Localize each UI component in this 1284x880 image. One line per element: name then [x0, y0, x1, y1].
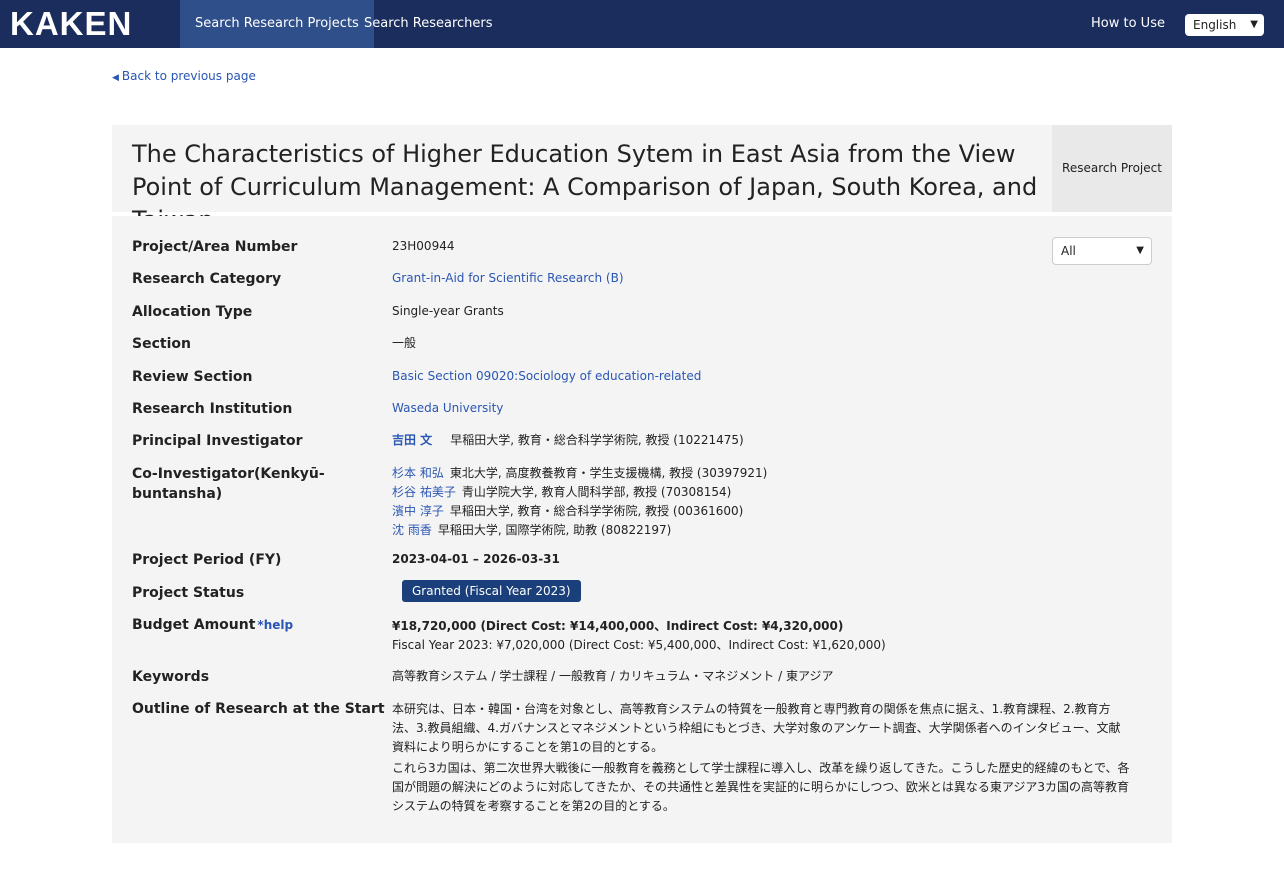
field-label: Keywords [132, 669, 210, 685]
project-details: All ▼ Project/Area Number 23H00944 Resea… [112, 216, 1172, 843]
back-link[interactable]: ◀ Back to previous page [112, 69, 256, 83]
language-select[interactable]: English ▼ [1185, 14, 1264, 36]
list-item: 杉本 和弘 東北大学, 高度教養教育・学生支援機構, 教授 (30397921) [392, 464, 1152, 483]
field-label: Outline of Research at the Start [132, 701, 385, 717]
language-selected: English [1193, 18, 1237, 32]
co-investigator-link[interactable]: 濱中 淳子 [392, 504, 444, 518]
field-label: Principal Investigator [132, 433, 303, 449]
co-investigator-link[interactable]: 杉本 和弘 [392, 466, 444, 480]
help-link[interactable]: *help [257, 618, 293, 632]
project-header: The Characteristics of Higher Education … [112, 125, 1172, 234]
co-investigator-affiliation: 青山学院大学, 教育人間科学部, 教授 (70308154) [461, 485, 732, 499]
field-value: 23H00944 [392, 239, 455, 253]
field-value: Granted (Fiscal Year 2023) [392, 580, 1152, 602]
co-investigator-affiliation: 早稲田大学, 教育・総合科学学術院, 教授 (00361600) [449, 504, 744, 518]
tab-search-research-projects[interactable]: Search Research Projects [180, 0, 374, 48]
institution-link[interactable]: Waseda University [392, 399, 1152, 418]
budget-total: ¥18,720,000 (Direct Cost: ¥14,400,000、In… [392, 619, 844, 633]
co-investigator-list: 杉本 和弘 東北大学, 高度教養教育・学生支援機構, 教授 (30397921) … [392, 464, 1152, 540]
field-label: Project/Area Number [132, 239, 298, 255]
back-arrow-icon: ◀ [112, 73, 119, 83]
kaken-logo[interactable]: KAKEN [10, 4, 132, 44]
field-label: Review Section [132, 369, 253, 385]
tab-search-researchers[interactable]: Search Researchers [349, 0, 508, 48]
field-label: Research Category [132, 271, 282, 287]
field-value: 吉田 文 早稲田大学, 教育・総合科学学術院, 教授 (10221475) [392, 431, 1152, 450]
field-label: Co-Investigator(Kenkyū-buntansha) [132, 466, 325, 502]
co-investigator-affiliation: 早稲田大学, 国際学術院, 助教 (80822197) [437, 523, 672, 537]
review-section-link[interactable]: Basic Section 09020:Sociology of educati… [392, 367, 1152, 386]
field-label: Project Status [132, 585, 245, 601]
list-item: 杉谷 祐美子 青山学院大学, 教育人間科学部, 教授 (70308154) [392, 483, 1152, 502]
outline-paragraph-1: 本研究は、日本・韓国・台湾を対象とし、高等教育システムの特質を一般教育と専門教育… [392, 702, 1121, 754]
budget-fiscal-year: Fiscal Year 2023: ¥7,020,000 (Direct Cos… [392, 638, 886, 652]
research-category-link[interactable]: Grant-in-Aid for Scientific Research (B) [392, 269, 1152, 288]
status-badge: Granted (Fiscal Year 2023) [402, 580, 581, 602]
field-label: Project Period (FY) [132, 552, 282, 568]
outline-paragraph-2: これら3カ国は、第二次世界大戦後に一般教育を義務として学士課程に導入し、改革を繰… [392, 761, 1130, 813]
outline-text: 本研究は、日本・韓国・台湾を対象とし、高等教育システムの特質を一般教育と専門教育… [392, 700, 1132, 818]
co-investigator-affiliation: 東北大学, 高度教養教育・学生支援機構, 教授 (30397921) [449, 466, 768, 480]
project-type-label: Research Project [1052, 125, 1172, 212]
list-item: 沈 雨香 早稲田大学, 国際学術院, 助教 (80822197) [392, 521, 1152, 540]
chevron-down-icon: ▼ [1250, 19, 1258, 30]
pi-affiliation: 早稲田大学, 教育・総合科学学術院, 教授 (10221475) [450, 433, 744, 447]
field-value: ¥18,720,000 (Direct Cost: ¥14,400,000、In… [392, 617, 1152, 655]
field-value: 高等教育システム / 学士課程 / 一般教育 / カリキュラム・マネジメント /… [392, 669, 834, 683]
field-label: Section [132, 336, 191, 352]
co-investigator-link[interactable]: 杉谷 祐美子 [392, 485, 456, 499]
field-label: Research Institution [132, 401, 293, 417]
pi-name-link[interactable]: 吉田 文 [392, 433, 432, 447]
field-label: Budget Amount *help [132, 617, 294, 633]
top-navbar: KAKEN Search Research Projects Search Re… [0, 0, 1284, 48]
list-item: 濱中 淳子 早稲田大学, 教育・総合科学学術院, 教授 (00361600) [392, 502, 1152, 521]
field-value: 一般 [392, 336, 417, 350]
how-to-use-link[interactable]: How to Use [1091, 0, 1165, 48]
co-investigator-link[interactable]: 沈 雨香 [392, 523, 432, 537]
field-label: Allocation Type [132, 304, 253, 320]
field-value: Single-year Grants [392, 304, 504, 318]
field-value: 2023-04-01 – 2026-03-31 [392, 552, 560, 566]
